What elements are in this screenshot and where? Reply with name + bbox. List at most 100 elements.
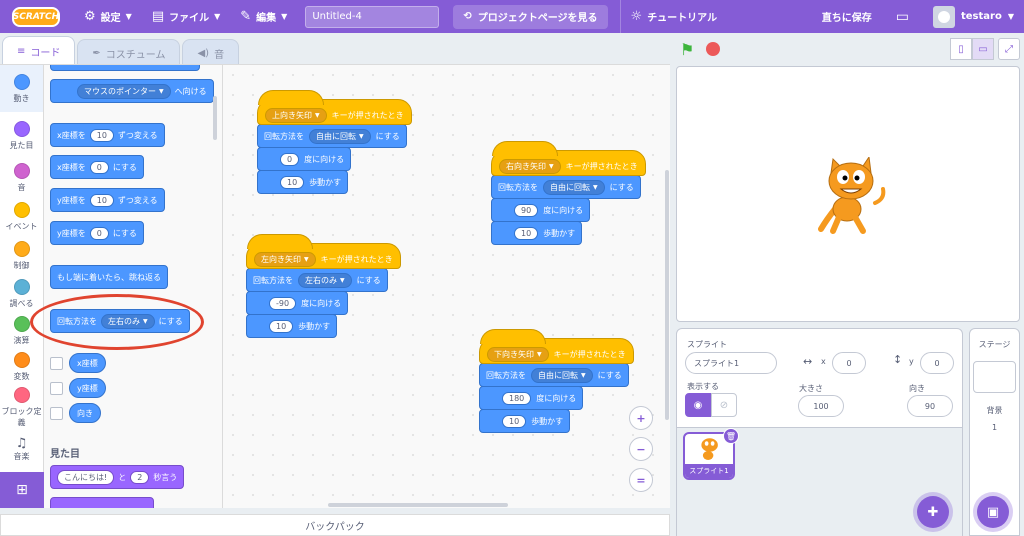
move-steps-block[interactable]: 10 歩動かす (491, 221, 583, 245)
category-my-blocks[interactable]: ブロック定義 (0, 385, 43, 429)
category-motion[interactable]: 動き (0, 65, 43, 112)
point-target-dropdown[interactable]: マウスのポインター ▼ (77, 83, 171, 99)
category-sound[interactable]: 音 (0, 159, 43, 197)
scratch-logo[interactable]: SCRATCH (12, 6, 60, 27)
rotation-style-dropdown[interactable]: 左右のみ ▼ (298, 272, 352, 288)
number-input[interactable]: 10 (89, 128, 114, 142)
palette-block-set-y[interactable]: y座標を 0 にする (50, 221, 144, 245)
number-input[interactable]: 2 (130, 470, 150, 484)
point-in-direction-block[interactable]: 180 度に向ける (479, 386, 584, 410)
sprite-name-field[interactable]: スプライト1 (685, 352, 777, 374)
category-events[interactable]: イベント (0, 197, 43, 237)
number-input[interactable]: -90 (269, 296, 297, 310)
y-position-field[interactable]: 0 (920, 352, 954, 374)
when-key-pressed-hat[interactable]: 左向き矢印 ▼ キーが押されたとき (246, 234, 401, 269)
number-input[interactable]: 10 (269, 319, 294, 333)
point-in-direction-block[interactable]: -90 度に向ける (246, 291, 349, 315)
show-y-checkbox[interactable] (50, 381, 63, 395)
number-input[interactable]: 10 (502, 414, 527, 428)
size-field[interactable]: 100 (798, 395, 844, 417)
hide-sprite-button[interactable]: ⊘ (711, 393, 737, 417)
palette-block-say-partial[interactable] (50, 497, 154, 508)
rotation-style-dropdown[interactable]: 自由に回転 ▼ (543, 179, 605, 195)
zoom-reset-button[interactable]: = (629, 468, 653, 492)
palette-block-change-x[interactable]: x座標を 10 ずつ変える (50, 123, 165, 147)
palette-scrollbar[interactable] (213, 96, 217, 140)
point-in-direction-block[interactable]: 0 度に向ける (257, 147, 352, 171)
script-right-arrow[interactable]: 右向き矢印 ▼ キーが押されたとき 回転方法を 自由に回転 ▼ にする 90 度に向… (491, 141, 646, 245)
when-key-pressed-hat[interactable]: 上向き矢印 ▼ キーが押されたとき (257, 90, 412, 125)
stop-icon[interactable] (706, 42, 721, 56)
move-steps-block[interactable]: 10 歩動かす (246, 314, 338, 338)
category-sensing[interactable]: 調べる (0, 275, 43, 313)
key-dropdown[interactable]: 下向き矢印 ▼ (487, 346, 549, 362)
project-page-button[interactable]: ⟲ プロジェクトページを見る (453, 4, 608, 29)
palette-block-point-towards[interactable]: マウスのポインター ▼ へ向ける (50, 79, 214, 103)
key-dropdown[interactable]: 左向き矢印 ▼ (254, 251, 316, 267)
number-input[interactable]: 180 (502, 391, 532, 405)
key-dropdown[interactable]: 右向き矢印 ▼ (499, 158, 561, 174)
green-flag-icon[interactable]: ⚑ (680, 40, 694, 59)
code-area[interactable]: 上向き矢印 ▼ キーが押されたとき 回転方法を 自由に回転 ▼ にする 0 度に向け… (222, 64, 670, 508)
add-sprite-button[interactable]: ✚ (917, 496, 949, 528)
tab-costumes[interactable]: ✒ コスチューム (77, 39, 181, 66)
rotation-style-dropdown[interactable]: 自由に回転 ▼ (531, 367, 593, 383)
tutorials-button[interactable]: ☼ チュートリアル (621, 0, 728, 33)
text-input[interactable]: こんにちは! (57, 469, 115, 485)
reporter-x-position[interactable]: x座標 (69, 353, 106, 373)
stage-canvas[interactable] (676, 66, 1020, 322)
category-control[interactable]: 制御 (0, 237, 43, 275)
palette-block-change-y[interactable]: y座標を 10 ずつ変える (50, 188, 165, 212)
fullscreen-button[interactable]: ⤢ (998, 38, 1020, 60)
save-now-button[interactable]: 直ちに保存 (812, 9, 882, 24)
direction-field[interactable]: 90 (907, 395, 953, 417)
show-sprite-button[interactable]: ◉ (685, 393, 711, 417)
cat-sprite[interactable] (817, 157, 887, 237)
number-input[interactable]: 0 (89, 226, 109, 240)
number-input[interactable]: 0 (280, 152, 300, 166)
add-backdrop-button[interactable]: ▣ (977, 496, 1009, 528)
move-steps-block[interactable]: 10 歩動かす (257, 170, 349, 194)
code-horizontal-scrollbar[interactable] (328, 503, 508, 507)
number-input[interactable]: 10 (280, 175, 305, 189)
when-key-pressed-hat[interactable]: 右向き矢印 ▼ キーが押されたとき (491, 141, 646, 176)
file-menu[interactable]: ▤ ファイル ▼ (142, 0, 230, 33)
number-input[interactable]: 90 (514, 203, 539, 217)
category-looks[interactable]: 見た目 (0, 112, 43, 159)
show-x-checkbox[interactable] (50, 356, 63, 370)
backpack-bar[interactable]: バックパック (0, 514, 670, 536)
user-menu[interactable]: testaro ▼ (923, 5, 1024, 28)
tab-code[interactable]: ≡ コード (2, 36, 76, 66)
normal-stage-button[interactable]: ▭ (972, 38, 994, 60)
script-down-arrow[interactable]: 下向き矢印 ▼ キーが押されたとき 回転方法を 自由に回転 ▼ にする 180 度に… (479, 329, 634, 433)
number-input[interactable]: 10 (89, 193, 114, 207)
code-vertical-scrollbar[interactable] (665, 170, 669, 420)
palette-block-bounce[interactable]: もし端に着いたら、跳ね返る (50, 265, 168, 289)
zoom-in-button[interactable]: + (629, 406, 653, 430)
key-dropdown[interactable]: 上向き矢印 ▼ (265, 107, 327, 123)
small-stage-button[interactable]: ▯ (950, 38, 972, 60)
category-music[interactable]: ♫ 音楽 (0, 429, 43, 469)
script-left-arrow[interactable]: 左向き矢印 ▼ キーが押されたとき 回転方法を 左右のみ ▼ にする -90 度に向… (246, 234, 401, 338)
rotation-style-dropdown[interactable]: 自由に回転 ▼ (309, 128, 371, 144)
set-rotation-style-block[interactable]: 回転方法を 自由に回転 ▼ にする (257, 124, 407, 148)
script-up-arrow[interactable]: 上向き矢印 ▼ キーが押されたとき 回転方法を 自由に回転 ▼ にする 0 度に向け… (257, 90, 412, 194)
number-input[interactable]: 0 (89, 160, 109, 174)
category-variables[interactable]: 変数 (0, 349, 43, 385)
reporter-y-position[interactable]: y座標 (69, 378, 106, 398)
set-rotation-style-block[interactable]: 回転方法を 自由に回転 ▼ にする (491, 175, 641, 199)
show-direction-checkbox[interactable] (50, 406, 63, 420)
project-title-input[interactable] (305, 5, 440, 28)
palette-block-point-towards[interactable] (50, 65, 200, 71)
palette-block-set-x[interactable]: x座標を 0 にする (50, 155, 144, 179)
set-rotation-style-block[interactable]: 回転方法を 左右のみ ▼ にする (246, 268, 388, 292)
add-extension-button[interactable]: ⊞ (0, 472, 44, 508)
point-in-direction-block[interactable]: 90 度に向ける (491, 198, 591, 222)
backdrop-thumbnail[interactable] (973, 361, 1016, 393)
reporter-direction[interactable]: 向き (69, 403, 101, 423)
move-steps-block[interactable]: 10 歩動かす (479, 409, 571, 433)
folder-icon[interactable]: ▭ (882, 9, 923, 25)
delete-sprite-icon[interactable]: 🗑 (723, 428, 739, 444)
edit-menu[interactable]: ✎ 編集 ▼ (230, 0, 297, 33)
number-input[interactable]: 10 (514, 226, 539, 240)
